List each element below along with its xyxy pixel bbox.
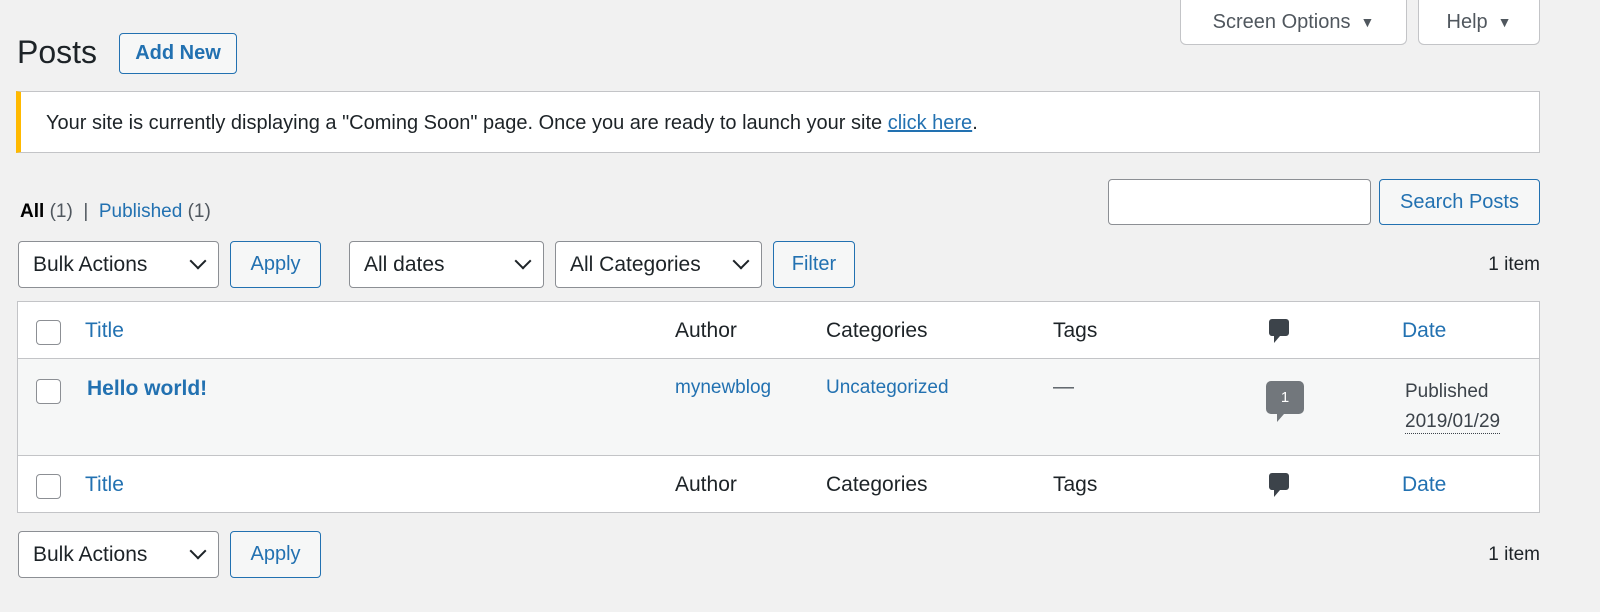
row-checkbox[interactable] — [36, 379, 61, 404]
filter-button[interactable]: Filter — [773, 241, 855, 288]
item-count-bottom: 1 item — [1488, 544, 1540, 565]
comment-bubble-icon[interactable] — [1269, 473, 1289, 497]
all-count: (1) — [49, 201, 73, 222]
table-header: Title Author Categories Tags Date — [18, 302, 1539, 359]
date-cell: Published 2019/01/29 — [1405, 377, 1501, 437]
screen-options-button[interactable]: Screen Options ▼ — [1180, 0, 1407, 45]
bubble-tail — [1277, 414, 1284, 422]
search-posts-input[interactable] — [1108, 179, 1371, 225]
bulk-actions-value: Bulk Actions — [33, 252, 148, 276]
page-title: Posts — [17, 34, 98, 70]
view-published[interactable]: Published — [99, 201, 182, 222]
categories-filter-select[interactable]: All Categories — [555, 241, 762, 288]
col-tags: Tags — [1053, 319, 1098, 342]
notice-end: . — [972, 112, 978, 134]
col-categories: Categories — [826, 319, 928, 342]
post-status: Published — [1405, 381, 1489, 402]
sort-date[interactable]: Date — [1402, 319, 1446, 343]
col-author: Author — [675, 319, 737, 342]
coming-soon-notice: Your site is currently displaying a "Com… — [16, 91, 1540, 153]
comment-bubble-icon[interactable] — [1269, 319, 1289, 343]
post-status-views: All (1) | Published (1) — [20, 201, 211, 223]
category-link[interactable]: Uncategorized — [826, 377, 949, 399]
select-all-checkbox-footer[interactable] — [36, 474, 61, 499]
caret-down-icon: ▼ — [1497, 14, 1512, 30]
table-footer: Title Author Categories Tags Date — [18, 456, 1539, 513]
tags-value: — — [1053, 375, 1074, 398]
comment-count: 1 — [1280, 389, 1290, 406]
view-all[interactable]: All — [20, 201, 44, 222]
post-title-link[interactable]: Hello world! — [87, 377, 207, 401]
separator: | — [83, 201, 89, 222]
post-date: 2019/01/29 — [1405, 411, 1501, 434]
col-tags-footer: Tags — [1053, 473, 1098, 496]
help-button[interactable]: Help ▼ — [1418, 0, 1540, 45]
bulk-actions-select[interactable]: Bulk Actions — [18, 241, 219, 288]
comment-count-badge[interactable]: 1 — [1266, 381, 1304, 422]
published-count: (1) — [187, 201, 211, 222]
col-categories-footer: Categories — [826, 473, 928, 496]
categories-value: All Categories — [570, 252, 701, 276]
add-new-button[interactable]: Add New — [119, 33, 237, 74]
chevron-down-icon — [732, 252, 750, 270]
sort-date-footer[interactable]: Date — [1402, 473, 1446, 497]
chevron-down-icon — [189, 252, 207, 270]
author-link[interactable]: mynewblog — [675, 377, 771, 399]
select-all-checkbox[interactable] — [36, 320, 61, 345]
dates-filter-select[interactable]: All dates — [349, 241, 544, 288]
table-row: Hello world! mynewblog Uncategorized — 1… — [18, 359, 1539, 456]
apply-button[interactable]: Apply — [230, 241, 321, 288]
chevron-down-icon — [189, 542, 207, 560]
bulk-actions-select-bottom[interactable]: Bulk Actions — [18, 531, 219, 578]
dates-value: All dates — [364, 252, 445, 276]
bulk-actions-value: Bulk Actions — [33, 542, 148, 566]
help-label: Help — [1446, 10, 1488, 33]
col-author-footer: Author — [675, 473, 737, 496]
launch-site-link[interactable]: click here — [888, 112, 972, 134]
item-count: 1 item — [1488, 254, 1540, 275]
notice-text: Your site is currently displaying a "Com… — [46, 112, 888, 134]
sort-title[interactable]: Title — [85, 319, 124, 343]
apply-button-bottom[interactable]: Apply — [230, 531, 321, 578]
sort-title-footer[interactable]: Title — [85, 473, 124, 497]
caret-down-icon: ▼ — [1360, 14, 1375, 30]
chevron-down-icon — [514, 252, 532, 270]
screen-options-label: Screen Options — [1212, 10, 1351, 33]
posts-table: Title Author Categories Tags Date Hello … — [17, 301, 1540, 513]
search-posts-button[interactable]: Search Posts — [1379, 179, 1540, 225]
